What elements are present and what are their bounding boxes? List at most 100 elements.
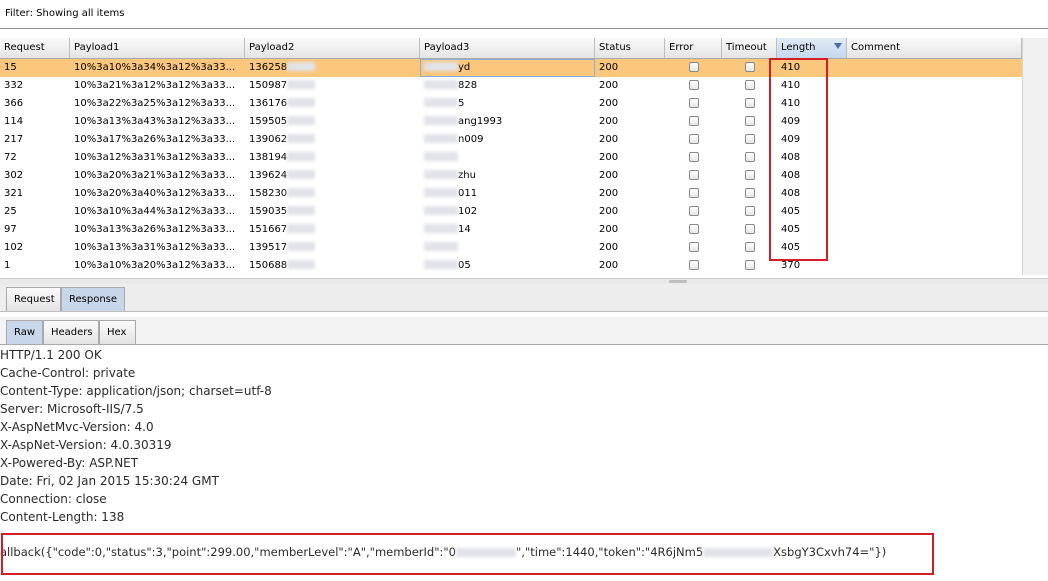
redacted-blur: [287, 152, 316, 161]
cell-length: 408: [777, 149, 847, 167]
cell-timeout: [722, 257, 777, 275]
redacted-blur: [424, 224, 458, 233]
cell-payload2: 138194: [245, 149, 420, 167]
table-header: Request Payload1 Payload2 Payload3 Status Err…: [0, 38, 1022, 59]
timeout-checkbox[interactable]: [744, 260, 755, 270]
cell-payload1: 10%3a20%3a40%3a12%3a33...: [70, 185, 245, 203]
cell-length: 410: [777, 77, 847, 95]
vertical-scrollbar[interactable]: [1022, 38, 1048, 275]
cell-payload3: 5: [420, 95, 595, 113]
cell-timeout: [722, 131, 777, 149]
cell-payload3: 102: [420, 203, 595, 221]
tab-hex[interactable]: Hex: [99, 320, 136, 344]
cell-payload1-text: 10%3a13%3a31%3a12%3a33...: [74, 242, 236, 253]
cell-payload1-text: 10%3a10%3a34%3a12%3a33...: [74, 62, 236, 73]
column-header-payload3[interactable]: Payload3: [420, 38, 595, 58]
timeout-checkbox[interactable]: [744, 134, 755, 144]
cell-timeout: [722, 185, 777, 203]
column-header-timeout[interactable]: Timeout: [722, 38, 777, 58]
cell-status-text: 200: [599, 62, 619, 73]
table-row[interactable]: 332 10%3a21%3a12%3a12%3a33... 150987 828 200…: [0, 77, 1022, 95]
table-row[interactable]: 97 10%3a13%3a26%3a12%3a33... 151667 14 200 40…: [0, 221, 1022, 239]
cell-payload2-text: 139062: [249, 134, 288, 145]
redacted-blur: [424, 80, 458, 89]
cell-length-text: 405: [781, 224, 801, 235]
table-row[interactable]: 321 10%3a20%3a40%3a12%3a33... 158230 011 200…: [0, 185, 1022, 203]
tab-raw[interactable]: Raw: [6, 320, 43, 344]
response-text-area[interactable]: HTTP/1.1 200 OK Cache-Control: private C…: [0, 346, 1048, 581]
filter-bar[interactable]: Filter: Showing all items: [0, 0, 1048, 29]
timeout-checkbox[interactable]: [744, 188, 755, 198]
table-row[interactable]: 15 10%3a10%3a34%3a12%3a33... 136258 yd 200 41…: [0, 59, 1022, 77]
cell-payload3-text: 05: [458, 260, 471, 271]
table-row[interactable]: 114 10%3a13%3a43%3a12%3a33... 159505 ang199…: [0, 113, 1022, 131]
column-header-payload1[interactable]: Payload1: [70, 38, 245, 58]
tab-request[interactable]: Request: [6, 287, 61, 311]
cell-error: [665, 221, 722, 239]
cell-length: 408: [777, 185, 847, 203]
timeout-checkbox[interactable]: [744, 98, 755, 108]
column-header-comment[interactable]: Comment: [847, 38, 1022, 58]
table-row[interactable]: 72 10%3a12%3a31%3a12%3a33... 138194 200 408: [0, 149, 1022, 167]
response-line: X-AspNet-Version: 4.0.30319: [0, 438, 172, 452]
tab-response[interactable]: Response: [61, 287, 125, 311]
cell-payload2-text: 136176: [249, 98, 288, 109]
timeout-checkbox[interactable]: [744, 80, 755, 90]
divider-grip-icon[interactable]: [669, 280, 687, 283]
cell-payload2-text: 136258: [249, 62, 288, 73]
cell-payload2: 150688: [245, 257, 420, 275]
cell-comment: [847, 185, 1022, 203]
cell-payload1-text: 10%3a12%3a31%3a12%3a33...: [74, 152, 236, 163]
timeout-checkbox[interactable]: [744, 116, 755, 126]
tab-headers[interactable]: Headers: [43, 320, 99, 344]
table-row[interactable]: 217 10%3a17%3a26%3a12%3a33... 139062 n009 20…: [0, 131, 1022, 149]
redacted-blur: [456, 548, 516, 557]
sort-descending-icon: [834, 43, 842, 49]
error-checkbox[interactable]: [688, 98, 699, 108]
column-header-error[interactable]: Error: [665, 38, 722, 58]
cell-payload3-text: 102: [458, 206, 478, 217]
redacted-blur: [424, 206, 458, 215]
error-checkbox[interactable]: [688, 260, 699, 270]
column-header-label: Comment: [851, 42, 900, 53]
table-row[interactable]: 366 10%3a22%3a25%3a12%3a33... 136176 5 200 41…: [0, 95, 1022, 113]
cell-status: 200: [595, 59, 665, 77]
error-checkbox[interactable]: [688, 62, 699, 72]
cell-timeout: [722, 203, 777, 221]
timeout-checkbox[interactable]: [744, 206, 755, 216]
viewer-tab-bar: Request Response: [0, 284, 1048, 312]
error-checkbox[interactable]: [688, 242, 699, 252]
error-checkbox[interactable]: [688, 224, 699, 234]
error-checkbox[interactable]: [688, 206, 699, 216]
timeout-checkbox[interactable]: [744, 170, 755, 180]
tab-raw-label: Raw: [14, 327, 36, 338]
table-row[interactable]: 102 10%3a13%3a31%3a12%3a33... 139517 200 405: [0, 239, 1022, 257]
cell-payload1: 10%3a22%3a25%3a12%3a33...: [70, 95, 245, 113]
table-row[interactable]: 1 10%3a10%3a20%3a12%3a33... 150688 05 200 370: [0, 257, 1022, 275]
table-row[interactable]: 25 10%3a10%3a44%3a12%3a33... 159035 102 200 4…: [0, 203, 1022, 221]
error-checkbox[interactable]: [688, 80, 699, 90]
error-checkbox[interactable]: [688, 188, 699, 198]
column-header-length[interactable]: Length: [777, 38, 847, 58]
cell-payload3-text: yd: [458, 62, 471, 73]
error-checkbox[interactable]: [688, 116, 699, 126]
column-header-label: Payload1: [74, 42, 120, 53]
cell-request: 102: [0, 239, 70, 257]
error-checkbox[interactable]: [688, 152, 699, 162]
timeout-checkbox[interactable]: [744, 62, 755, 72]
cell-request: 97: [0, 221, 70, 239]
timeout-checkbox[interactable]: [744, 224, 755, 234]
error-checkbox[interactable]: [688, 170, 699, 180]
timeout-checkbox[interactable]: [744, 242, 755, 252]
error-checkbox[interactable]: [688, 134, 699, 144]
cell-error: [665, 185, 722, 203]
table-row[interactable]: 302 10%3a20%3a21%3a12%3a33... 139624 zhu 200…: [0, 167, 1022, 185]
cell-payload3-text: zhu: [458, 170, 476, 181]
redacted-blur: [424, 152, 458, 161]
redacted-blur: [287, 80, 316, 89]
column-header-status[interactable]: Status: [595, 38, 665, 58]
column-header-request[interactable]: Request: [0, 38, 70, 58]
column-header-payload2[interactable]: Payload2: [245, 38, 420, 58]
timeout-checkbox[interactable]: [744, 152, 755, 162]
cell-timeout: [722, 239, 777, 257]
